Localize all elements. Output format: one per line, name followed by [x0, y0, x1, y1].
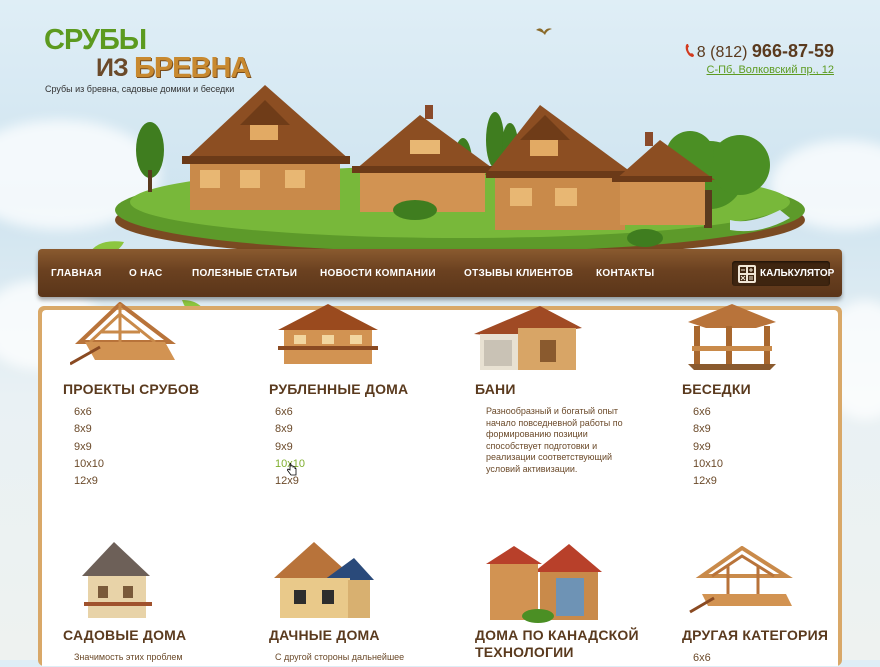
size-link[interactable]: 10х10 [693, 456, 723, 473]
category-description-country-houses: С другой стороны дальнейшее [275, 652, 405, 662]
size-link[interactable]: 6х6 [74, 404, 104, 421]
category-title-other[interactable]: ДРУГАЯ КАТЕГОРИЯ [682, 627, 828, 643]
bathhouse-image[interactable] [470, 304, 586, 374]
phone-digits: 966-87-59 [751, 41, 834, 61]
phone-prefix: 8 (812) [696, 44, 748, 61]
gazebo-image[interactable] [686, 302, 778, 372]
size-link[interactable]: 8х9 [74, 421, 104, 438]
size-link[interactable]: 12х9 [693, 473, 723, 490]
phone-number[interactable]: 8 (812) 966-87-59 [697, 41, 834, 62]
country-house-image[interactable] [264, 540, 376, 622]
size-link[interactable]: 9х9 [275, 439, 305, 456]
size-link[interactable]: 8х9 [693, 421, 723, 438]
calculator-label: КАЛЬКУЛЯТОР [760, 268, 835, 279]
calculator-icon [738, 265, 756, 283]
size-link[interactable]: 6х6 [693, 404, 723, 421]
bird-icon [536, 28, 552, 35]
log-frame-project-image[interactable] [70, 302, 182, 370]
hero-illustration [115, 85, 805, 258]
category-links-other: 6х6 [693, 650, 711, 667]
category-title-log-houses[interactable]: РУБЛЕННЫЕ ДОМА [269, 381, 408, 397]
category-title-canadian-houses[interactable]: ДОМА ПО КАНАДСКОЙ [475, 627, 639, 643]
size-link[interactable]: 6х6 [693, 650, 711, 667]
category-links-log-projects: 6х6 8х9 9х9 10х10 12х9 [74, 404, 104, 490]
main-nav: ГЛАВНАЯ О НАС ПОЛЕЗНЫЕ СТАТЬИ НОВОСТИ КО… [38, 249, 842, 297]
phone-icon [685, 44, 694, 57]
size-link[interactable]: 10х10 [74, 456, 104, 473]
size-link[interactable]: 9х9 [693, 439, 723, 456]
category-links-gazebos: 6х6 8х9 9х9 10х10 12х9 [693, 404, 723, 490]
category-title-gazebos[interactable]: БЕСЕДКИ [682, 381, 751, 397]
nav-articles[interactable]: ПОЛЕЗНЫЕ СТАТЬИ [192, 268, 297, 279]
size-link[interactable]: 6х6 [275, 404, 305, 421]
frame-house-image[interactable] [688, 546, 796, 616]
size-link[interactable]: 12х9 [74, 473, 104, 490]
size-link[interactable]: 8х9 [275, 421, 305, 438]
calculator-button[interactable]: КАЛЬКУЛЯТОР [732, 261, 834, 286]
category-title-canadian-houses-line2[interactable]: ТЕХНОЛОГИИ [475, 644, 574, 660]
logo-word-1: СРУБЫ [44, 24, 147, 56]
nav-reviews[interactable]: ОТЗЫВЫ КЛИЕНТОВ [464, 268, 573, 279]
nav-home[interactable]: ГЛАВНАЯ [51, 268, 102, 279]
category-description-garden-houses: Значимость этих проблем [74, 652, 183, 662]
nav-about[interactable]: О НАС [129, 268, 162, 279]
category-links-log-houses: 6х6 8х9 9х9 10х10 12х9 [275, 404, 305, 490]
category-title-country-houses[interactable]: ДАЧНЫЕ ДОМА [269, 627, 380, 643]
nav-news[interactable]: НОВОСТИ КОМПАНИИ [320, 268, 436, 279]
category-description-bathhouses: Разнообразный и богатый опыт начало повс… [486, 406, 623, 474]
site-logo[interactable]: СРУБЫ ИЗ БРЕВНА [44, 24, 251, 85]
category-title-log-projects[interactable]: ПРОЕКТЫ СРУБОВ [63, 381, 199, 397]
size-link[interactable]: 9х9 [74, 439, 104, 456]
nav-contacts[interactable]: КОНТАКТЫ [596, 268, 654, 279]
canadian-house-image[interactable] [484, 542, 604, 624]
category-title-garden-houses[interactable]: САДОВЫЕ ДОМА [63, 627, 186, 643]
garden-house-image[interactable] [78, 540, 160, 622]
log-house-image[interactable] [274, 302, 382, 372]
category-title-bathhouses[interactable]: БАНИ [475, 381, 516, 397]
hand-cursor-icon [287, 463, 297, 476]
